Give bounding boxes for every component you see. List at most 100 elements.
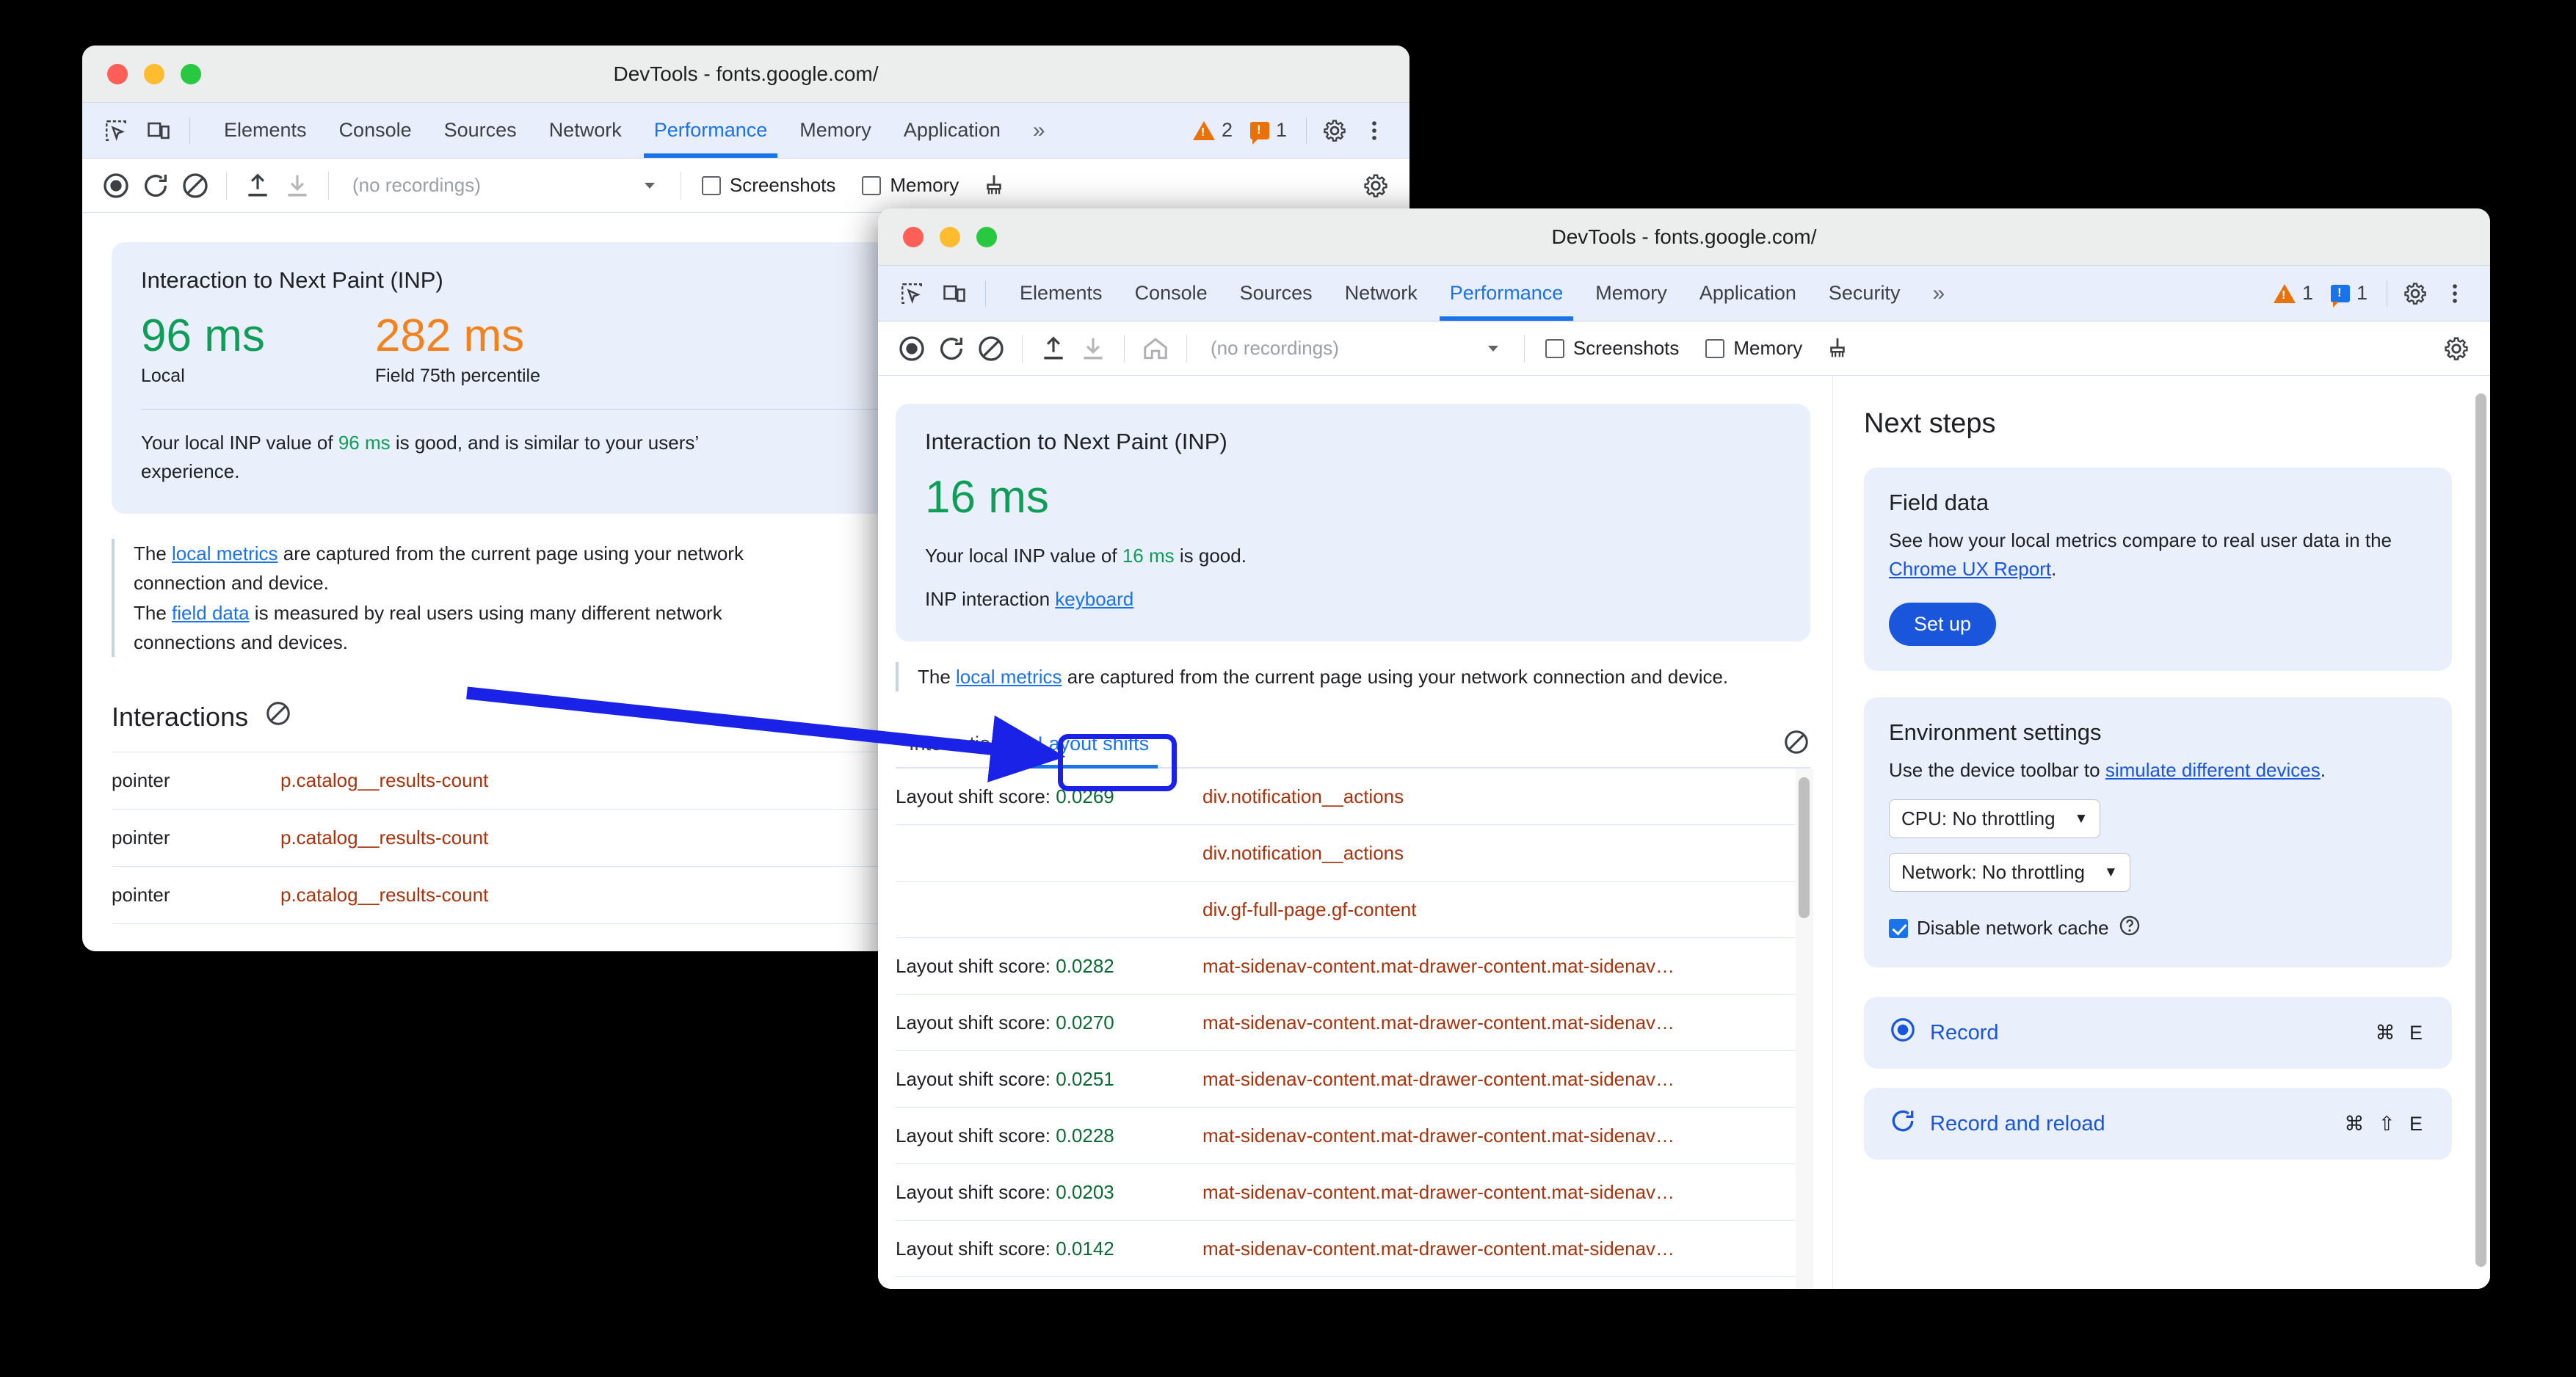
cpu-throttling-select[interactable]: CPU: No throttling ▼ (1889, 799, 2101, 838)
table-row[interactable]: Layout shift score: 0.0203 mat-sidenav-c… (896, 1164, 1810, 1221)
chevron-down-icon[interactable] (632, 168, 667, 203)
table-row[interactable]: Layout shift score: 0.0251 mat-sidenav-c… (896, 1051, 1810, 1108)
tab-performance[interactable]: Performance (1434, 266, 1580, 321)
traffic-lights[interactable] (82, 63, 201, 84)
garbage-collect-icon[interactable] (976, 168, 1012, 203)
field-data-link[interactable]: field data (172, 602, 250, 624)
chevron-down-icon[interactable] (1476, 331, 1511, 366)
interaction-selector[interactable]: p.catalog__results-count (280, 826, 488, 849)
layout-shift-element[interactable]: mat-sidenav-content.mat-drawer-content.m… (1202, 1125, 1675, 1147)
record-and-reload-icon[interactable] (934, 331, 969, 366)
table-row[interactable]: Layout shift score: 0.0269 div.notificat… (896, 769, 1810, 826)
save-profile-icon[interactable] (280, 168, 315, 203)
help-icon[interactable] (2118, 914, 2141, 942)
recordings-dropdown[interactable]: (no recordings) (342, 174, 481, 197)
memory-checkbox[interactable]: Memory (1705, 337, 1802, 360)
maximize-window-button[interactable] (976, 226, 997, 247)
layout-shift-element[interactable]: div.notification__actions (1202, 785, 1404, 808)
disable-network-cache-checkbox[interactable]: Disable network cache (1889, 914, 2427, 942)
scrollbar-thumb[interactable] (2475, 393, 2486, 1267)
chrome-ux-report-link[interactable]: Chrome UX Report (1889, 558, 2051, 580)
tab-memory[interactable]: Memory (783, 103, 888, 158)
table-row[interactable]: div.notification__actions (896, 825, 1810, 882)
panel-tabs[interactable]: Elements Console Sources Network Perform… (208, 103, 1062, 158)
device-toolbar-icon[interactable] (142, 115, 175, 147)
local-metrics-link[interactable]: local metrics (956, 666, 1062, 688)
more-tabs-chevron-icon[interactable]: » (1017, 103, 1062, 158)
tab-sources[interactable]: Sources (1224, 266, 1329, 321)
inspect-element-icon[interactable] (100, 115, 132, 147)
record-and-reload-button[interactable]: Record and reload ⌘ ⇧ E (1864, 1088, 2452, 1160)
capture-settings-gear-icon[interactable] (2439, 331, 2474, 366)
tab-sources[interactable]: Sources (428, 103, 533, 158)
local-metrics-link[interactable]: local metrics (172, 542, 277, 564)
save-profile-icon[interactable] (1075, 331, 1111, 366)
traffic-lights[interactable] (878, 226, 997, 247)
more-options-icon[interactable] (1358, 115, 1390, 147)
maximize-window-button[interactable] (181, 63, 201, 84)
device-toolbar-icon[interactable] (938, 277, 970, 310)
tab-elements[interactable]: Elements (1004, 266, 1119, 321)
tab-console[interactable]: Console (323, 103, 428, 158)
clear-layout-shifts-icon[interactable] (1782, 728, 1810, 760)
load-profile-icon[interactable] (240, 168, 275, 203)
layout-shift-element[interactable]: mat-sidenav-content.mat-drawer-content.m… (1202, 1181, 1675, 1204)
clear-interactions-icon[interactable] (264, 700, 292, 734)
close-window-button[interactable] (903, 226, 924, 247)
close-window-button[interactable] (107, 63, 128, 84)
tab-performance[interactable]: Performance (638, 103, 784, 158)
tab-security[interactable]: Security (1813, 266, 1917, 321)
tab-memory[interactable]: Memory (1579, 266, 1683, 321)
table-row[interactable]: div.gf-full-page.gf-content (896, 882, 1810, 939)
tab-network[interactable]: Network (533, 103, 638, 158)
recordings-dropdown[interactable]: (no recordings) (1200, 337, 1339, 360)
memory-checkbox[interactable]: Memory (862, 174, 959, 197)
screenshots-checkbox[interactable]: Screenshots (1545, 337, 1679, 360)
clear-icon[interactable] (973, 331, 1009, 366)
layout-shift-element[interactable]: mat-sidenav-content.mat-drawer-content.m… (1202, 1068, 1675, 1091)
errors-badge[interactable]: 1 (1249, 119, 1287, 145)
garbage-collect-icon[interactable] (1820, 331, 1855, 366)
subtab-interactions[interactable]: Interactions (896, 721, 1025, 767)
table-row[interactable]: Layout shift score: 0.0228 mat-sidenav-c… (896, 1108, 1810, 1165)
front-window-scrollbar[interactable] (2472, 379, 2490, 1289)
tab-console[interactable]: Console (1119, 266, 1224, 321)
layout-shifts-scrollbar[interactable] (1796, 769, 1813, 1289)
panel-tabs[interactable]: Elements Console Sources Network Perform… (1004, 266, 1961, 321)
record-icon[interactable] (894, 331, 929, 366)
tab-application[interactable]: Application (1683, 266, 1813, 321)
table-row[interactable]: Layout shift score: 0.0142 mat-sidenav-c… (896, 1221, 1810, 1278)
layout-shift-element[interactable]: mat-sidenav-content.mat-drawer-content.m… (1202, 955, 1675, 978)
screenshots-checkbox[interactable]: Screenshots (701, 174, 835, 197)
minimize-window-button[interactable] (144, 63, 164, 84)
errors-badge[interactable]: 1 (2330, 282, 2368, 308)
settings-gear-icon[interactable] (2399, 277, 2431, 310)
simulate-devices-link[interactable]: simulate different devices (2105, 759, 2321, 781)
layout-shift-element[interactable]: mat-sidenav-content.mat-drawer-content.m… (1202, 1011, 1675, 1034)
more-options-icon[interactable] (2439, 277, 2471, 310)
more-tabs-chevron-icon[interactable]: » (1916, 266, 1961, 321)
table-row[interactable]: Layout shift score: 0.0270 mat-sidenav-c… (896, 995, 1810, 1052)
record-icon[interactable] (98, 168, 134, 203)
settings-gear-icon[interactable] (1318, 115, 1351, 147)
layout-shift-element[interactable]: div.gf-full-page.gf-content (1202, 898, 1416, 921)
clear-icon[interactable] (178, 168, 213, 203)
capture-settings-gear-icon[interactable] (1358, 168, 1393, 203)
layout-shift-element[interactable]: mat-sidenav-content.mat-drawer-content.m… (1202, 1238, 1675, 1260)
home-icon[interactable] (1138, 331, 1173, 366)
record-button[interactable]: Record ⌘ E (1864, 997, 2452, 1069)
inp-interaction-link[interactable]: keyboard (1055, 588, 1133, 610)
interaction-selector[interactable]: p.catalog__results-count (280, 884, 488, 907)
load-profile-icon[interactable] (1036, 331, 1071, 366)
set-up-button[interactable]: Set up (1889, 603, 1997, 646)
minimize-window-button[interactable] (940, 226, 960, 247)
record-and-reload-icon[interactable] (138, 168, 173, 203)
scrollbar-thumb[interactable] (1799, 777, 1810, 919)
metrics-subtabs[interactable]: Interactions Layout shifts (896, 721, 1810, 769)
table-row[interactable]: Layout shift score: 0.0282 mat-sidenav-c… (896, 938, 1810, 995)
tab-elements[interactable]: Elements (208, 103, 323, 158)
inspect-element-icon[interactable] (896, 277, 928, 310)
warnings-badge[interactable]: 1 (2273, 282, 2313, 305)
warnings-badge[interactable]: 2 (1192, 119, 1233, 142)
interaction-selector[interactable]: p.catalog__results-count (280, 769, 488, 792)
